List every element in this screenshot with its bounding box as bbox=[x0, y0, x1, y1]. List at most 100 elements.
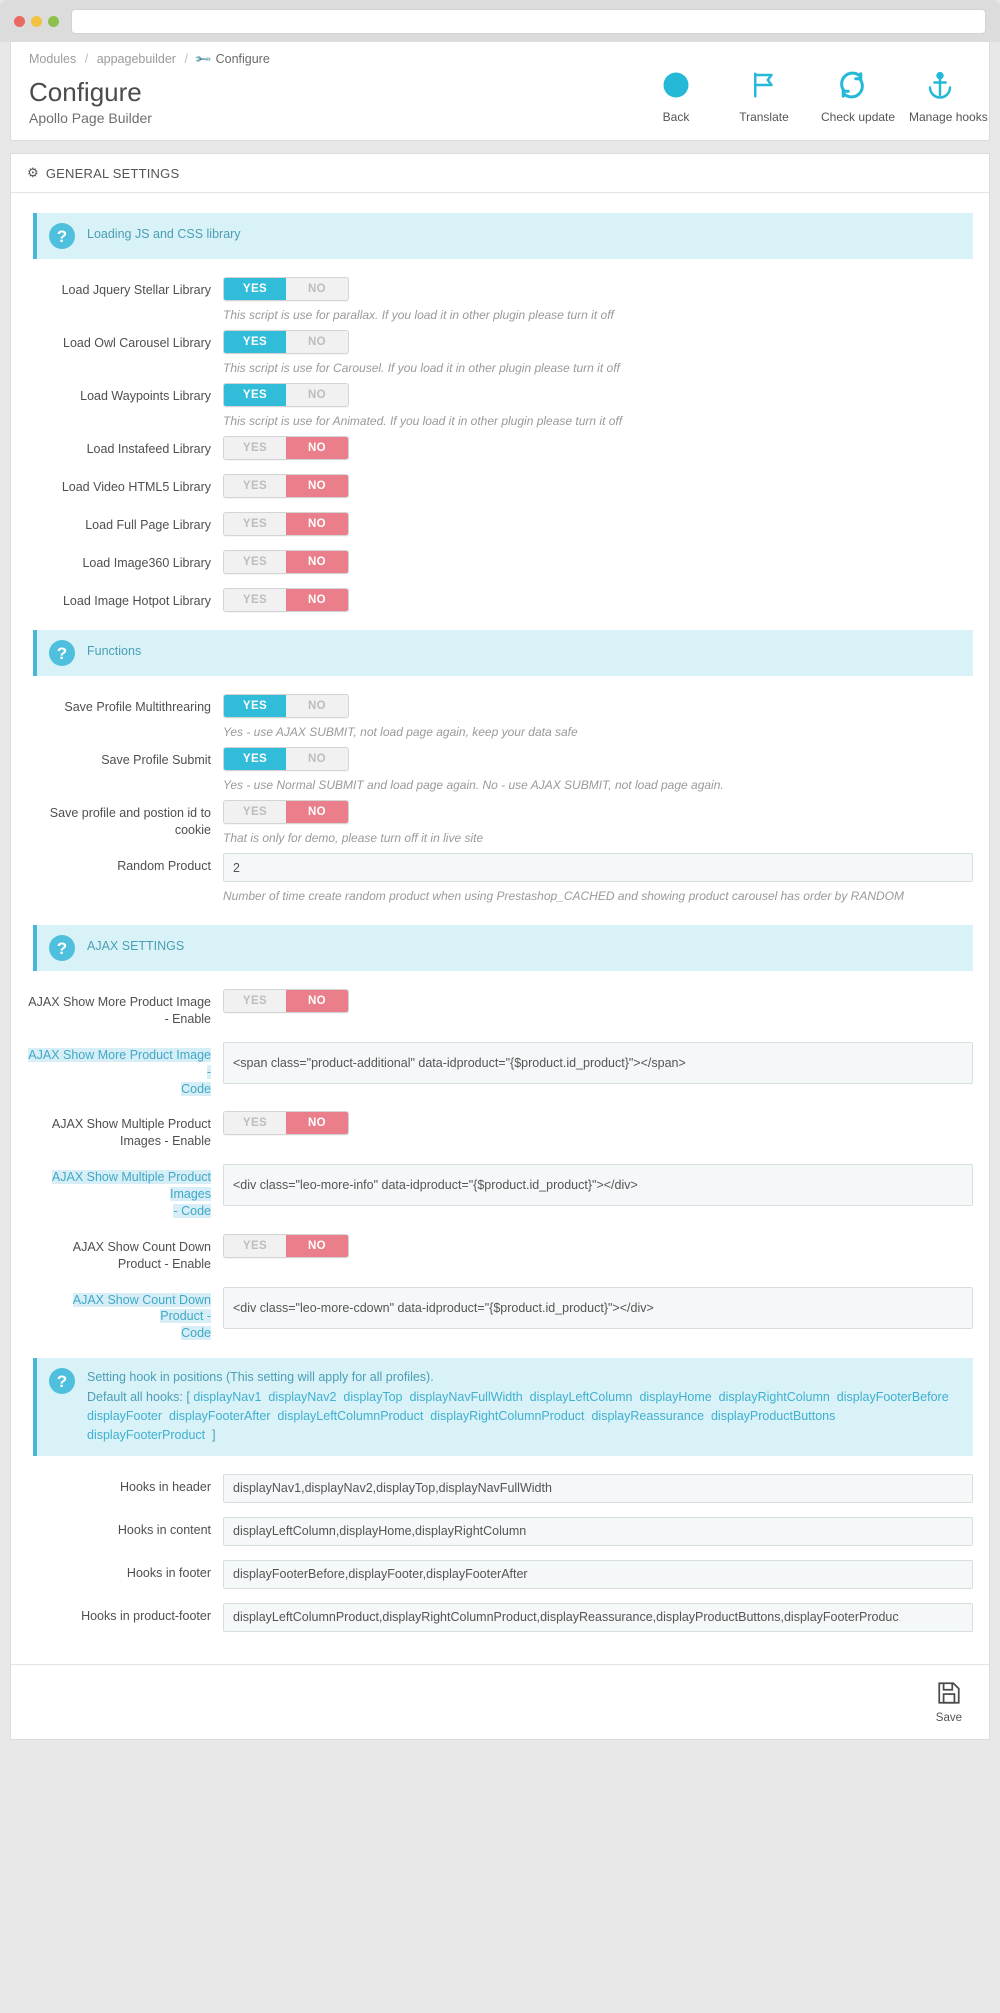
toggle-load-owl-carousel[interactable]: YES NO bbox=[223, 330, 349, 354]
setting-row-ajax-countdown-code: AJAX Show Count Down Product - Code bbox=[27, 1286, 973, 1343]
ajax-multiple-images-code-input[interactable] bbox=[223, 1164, 973, 1207]
hook-token: displayFooter bbox=[87, 1408, 163, 1423]
address-bar[interactable] bbox=[71, 8, 986, 34]
page-title: Configure bbox=[29, 77, 142, 108]
toggle-no[interactable]: NO bbox=[286, 331, 348, 353]
breadcrumb-separator: / bbox=[84, 52, 89, 66]
toggle-load-image-hotpot[interactable]: YES NO bbox=[223, 588, 349, 612]
setting-row-save-profile-multithrearing: Save Profile Multithrearing YES NO Yes -… bbox=[27, 694, 973, 741]
hook-token: displayLeftColumnProduct bbox=[277, 1408, 424, 1423]
setting-row-hooks-product-footer: Hooks in product-footer bbox=[27, 1602, 973, 1632]
toggle-load-image360[interactable]: YES NO bbox=[223, 550, 349, 574]
toggle-no[interactable]: NO bbox=[286, 801, 348, 823]
save-button[interactable]: Save bbox=[925, 1675, 973, 1729]
toggle-no[interactable]: NO bbox=[286, 748, 348, 770]
toggle-yes[interactable]: YES bbox=[224, 475, 286, 497]
toggle-yes[interactable]: YES bbox=[224, 1112, 286, 1135]
toggle-yes[interactable]: YES bbox=[224, 801, 286, 823]
toggle-no[interactable]: NO bbox=[286, 1112, 348, 1135]
window-controls bbox=[14, 15, 59, 27]
toggle-yes[interactable]: YES bbox=[224, 331, 286, 353]
setting-label: AJAX Show Count Down Product - Enable bbox=[72, 1239, 211, 1271]
toggle-no[interactable]: NO bbox=[286, 475, 348, 497]
setting-row-hooks-content: Hooks in content bbox=[27, 1516, 973, 1546]
anchor-icon bbox=[909, 70, 971, 102]
question-mark-icon: ? bbox=[49, 223, 75, 249]
toggle-yes[interactable]: YES bbox=[224, 589, 286, 611]
ajax-info-text: AJAX SETTINGS bbox=[87, 939, 185, 953]
toggle-ajax-multiple-images-enable[interactable]: YES NO bbox=[223, 1111, 349, 1136]
hook-token: displayReassurance bbox=[591, 1408, 705, 1423]
hook-token: displayHome bbox=[639, 1389, 712, 1404]
save-button-label: Save bbox=[935, 1711, 962, 1724]
toggle-yes[interactable]: YES bbox=[224, 695, 286, 717]
toggle-no[interactable]: NO bbox=[286, 695, 348, 717]
toggle-yes[interactable]: YES bbox=[224, 551, 286, 573]
setting-row-instafeed: Load Instafeed Library YES NO bbox=[27, 436, 973, 460]
setting-help: Yes - use Normal SUBMIT and load page ag… bbox=[223, 778, 724, 792]
toggle-no[interactable]: NO bbox=[286, 513, 348, 535]
toggle-no[interactable]: NO bbox=[286, 990, 348, 1012]
back-button[interactable]: Back bbox=[645, 70, 707, 124]
minimize-window-icon[interactable] bbox=[31, 15, 42, 27]
library-info-bar: ? Loading JS and CSS library bbox=[33, 213, 973, 259]
toggle-yes[interactable]: YES bbox=[224, 384, 286, 406]
setting-row-image-hotpot: Load Image Hotpot Library YES NO bbox=[27, 588, 973, 612]
arrow-left-circle-icon bbox=[645, 70, 707, 102]
translate-button[interactable]: Translate bbox=[733, 70, 795, 124]
toggle-load-jquery-stellar[interactable]: YES NO bbox=[223, 277, 349, 301]
hooks-footer-input[interactable] bbox=[223, 1559, 973, 1589]
toggle-yes[interactable]: YES bbox=[224, 748, 286, 770]
ajax-more-image-code-input[interactable] bbox=[223, 1041, 973, 1084]
page-content: Modules / appagebuilder / 🔧 Configure Co… bbox=[0, 42, 1000, 1754]
toggle-yes[interactable]: YES bbox=[224, 990, 286, 1012]
breadcrumb-item-modules[interactable]: Modules bbox=[29, 52, 76, 66]
maximize-window-icon[interactable] bbox=[48, 15, 59, 27]
manage-hooks-button[interactable]: Manage hooks bbox=[909, 70, 988, 124]
toggle-no[interactable]: NO bbox=[286, 278, 348, 300]
toggle-save-profile-cookie[interactable]: YES NO bbox=[223, 800, 349, 824]
hook-token: displayNavFullWidth bbox=[409, 1389, 523, 1404]
check-update-button[interactable]: Check update bbox=[821, 70, 895, 124]
toggle-yes[interactable]: YES bbox=[224, 1234, 286, 1257]
breadcrumb-separator: / bbox=[184, 52, 188, 66]
toggle-load-video-html5[interactable]: YES NO bbox=[223, 474, 349, 498]
toggle-no[interactable]: NO bbox=[286, 1234, 348, 1257]
breadcrumb-item-appagebuilder[interactable]: appagebuilder bbox=[97, 52, 176, 66]
toggle-ajax-countdown-enable[interactable]: YES NO bbox=[223, 1233, 349, 1258]
hooks-content-input[interactable] bbox=[223, 1516, 973, 1546]
setting-help: Yes - use AJAX SUBMIT, not load page aga… bbox=[223, 725, 578, 739]
toggle-load-waypoints[interactable]: YES NO bbox=[223, 383, 349, 407]
hook-token: displayFooterAfter bbox=[169, 1408, 271, 1423]
toggle-no[interactable]: NO bbox=[286, 437, 348, 459]
toggle-yes[interactable]: YES bbox=[224, 513, 286, 535]
hooks-product-footer-input[interactable] bbox=[223, 1602, 973, 1632]
setting-label: Load Instafeed Library bbox=[86, 442, 211, 456]
setting-label-main: AJAX Show More Product Image - bbox=[28, 1047, 211, 1079]
random-product-input[interactable] bbox=[223, 853, 973, 882]
setting-label-code: Code bbox=[181, 1081, 211, 1096]
toggle-yes[interactable]: YES bbox=[224, 437, 286, 459]
toggle-yes[interactable]: YES bbox=[224, 278, 286, 300]
toggle-save-profile-submit[interactable]: YES NO bbox=[223, 747, 349, 771]
hooks-default-suffix: ] bbox=[212, 1428, 216, 1443]
hooks-header-input[interactable] bbox=[223, 1473, 973, 1503]
toggle-load-instafeed[interactable]: YES NO bbox=[223, 436, 349, 460]
toggle-load-full-page[interactable]: YES NO bbox=[223, 512, 349, 536]
toggle-ajax-more-image-enable[interactable]: YES NO bbox=[223, 989, 349, 1013]
setting-label: Save Profile Submit bbox=[101, 753, 211, 767]
ajax-countdown-code-input[interactable] bbox=[223, 1286, 973, 1329]
hook-token: displayTop bbox=[343, 1389, 403, 1404]
toggle-no[interactable]: NO bbox=[286, 551, 348, 573]
toggle-save-profile-multithrearing[interactable]: YES NO bbox=[223, 694, 349, 718]
toggle-no[interactable]: NO bbox=[286, 589, 348, 611]
toggle-no[interactable]: NO bbox=[286, 384, 348, 406]
back-button-label: Back bbox=[662, 110, 690, 124]
hooks-default-list: displayNav1 displayNav2 displayTop displ… bbox=[87, 1390, 952, 1443]
setting-label-code: - Code bbox=[173, 1203, 211, 1218]
setting-label-main: AJAX Show Count Down Product - bbox=[72, 1292, 211, 1324]
gears-icon: ⚙ bbox=[27, 165, 39, 180]
setting-label: Hooks in header bbox=[119, 1479, 211, 1494]
close-window-icon[interactable] bbox=[14, 15, 25, 27]
browser-chrome bbox=[0, 0, 1000, 42]
